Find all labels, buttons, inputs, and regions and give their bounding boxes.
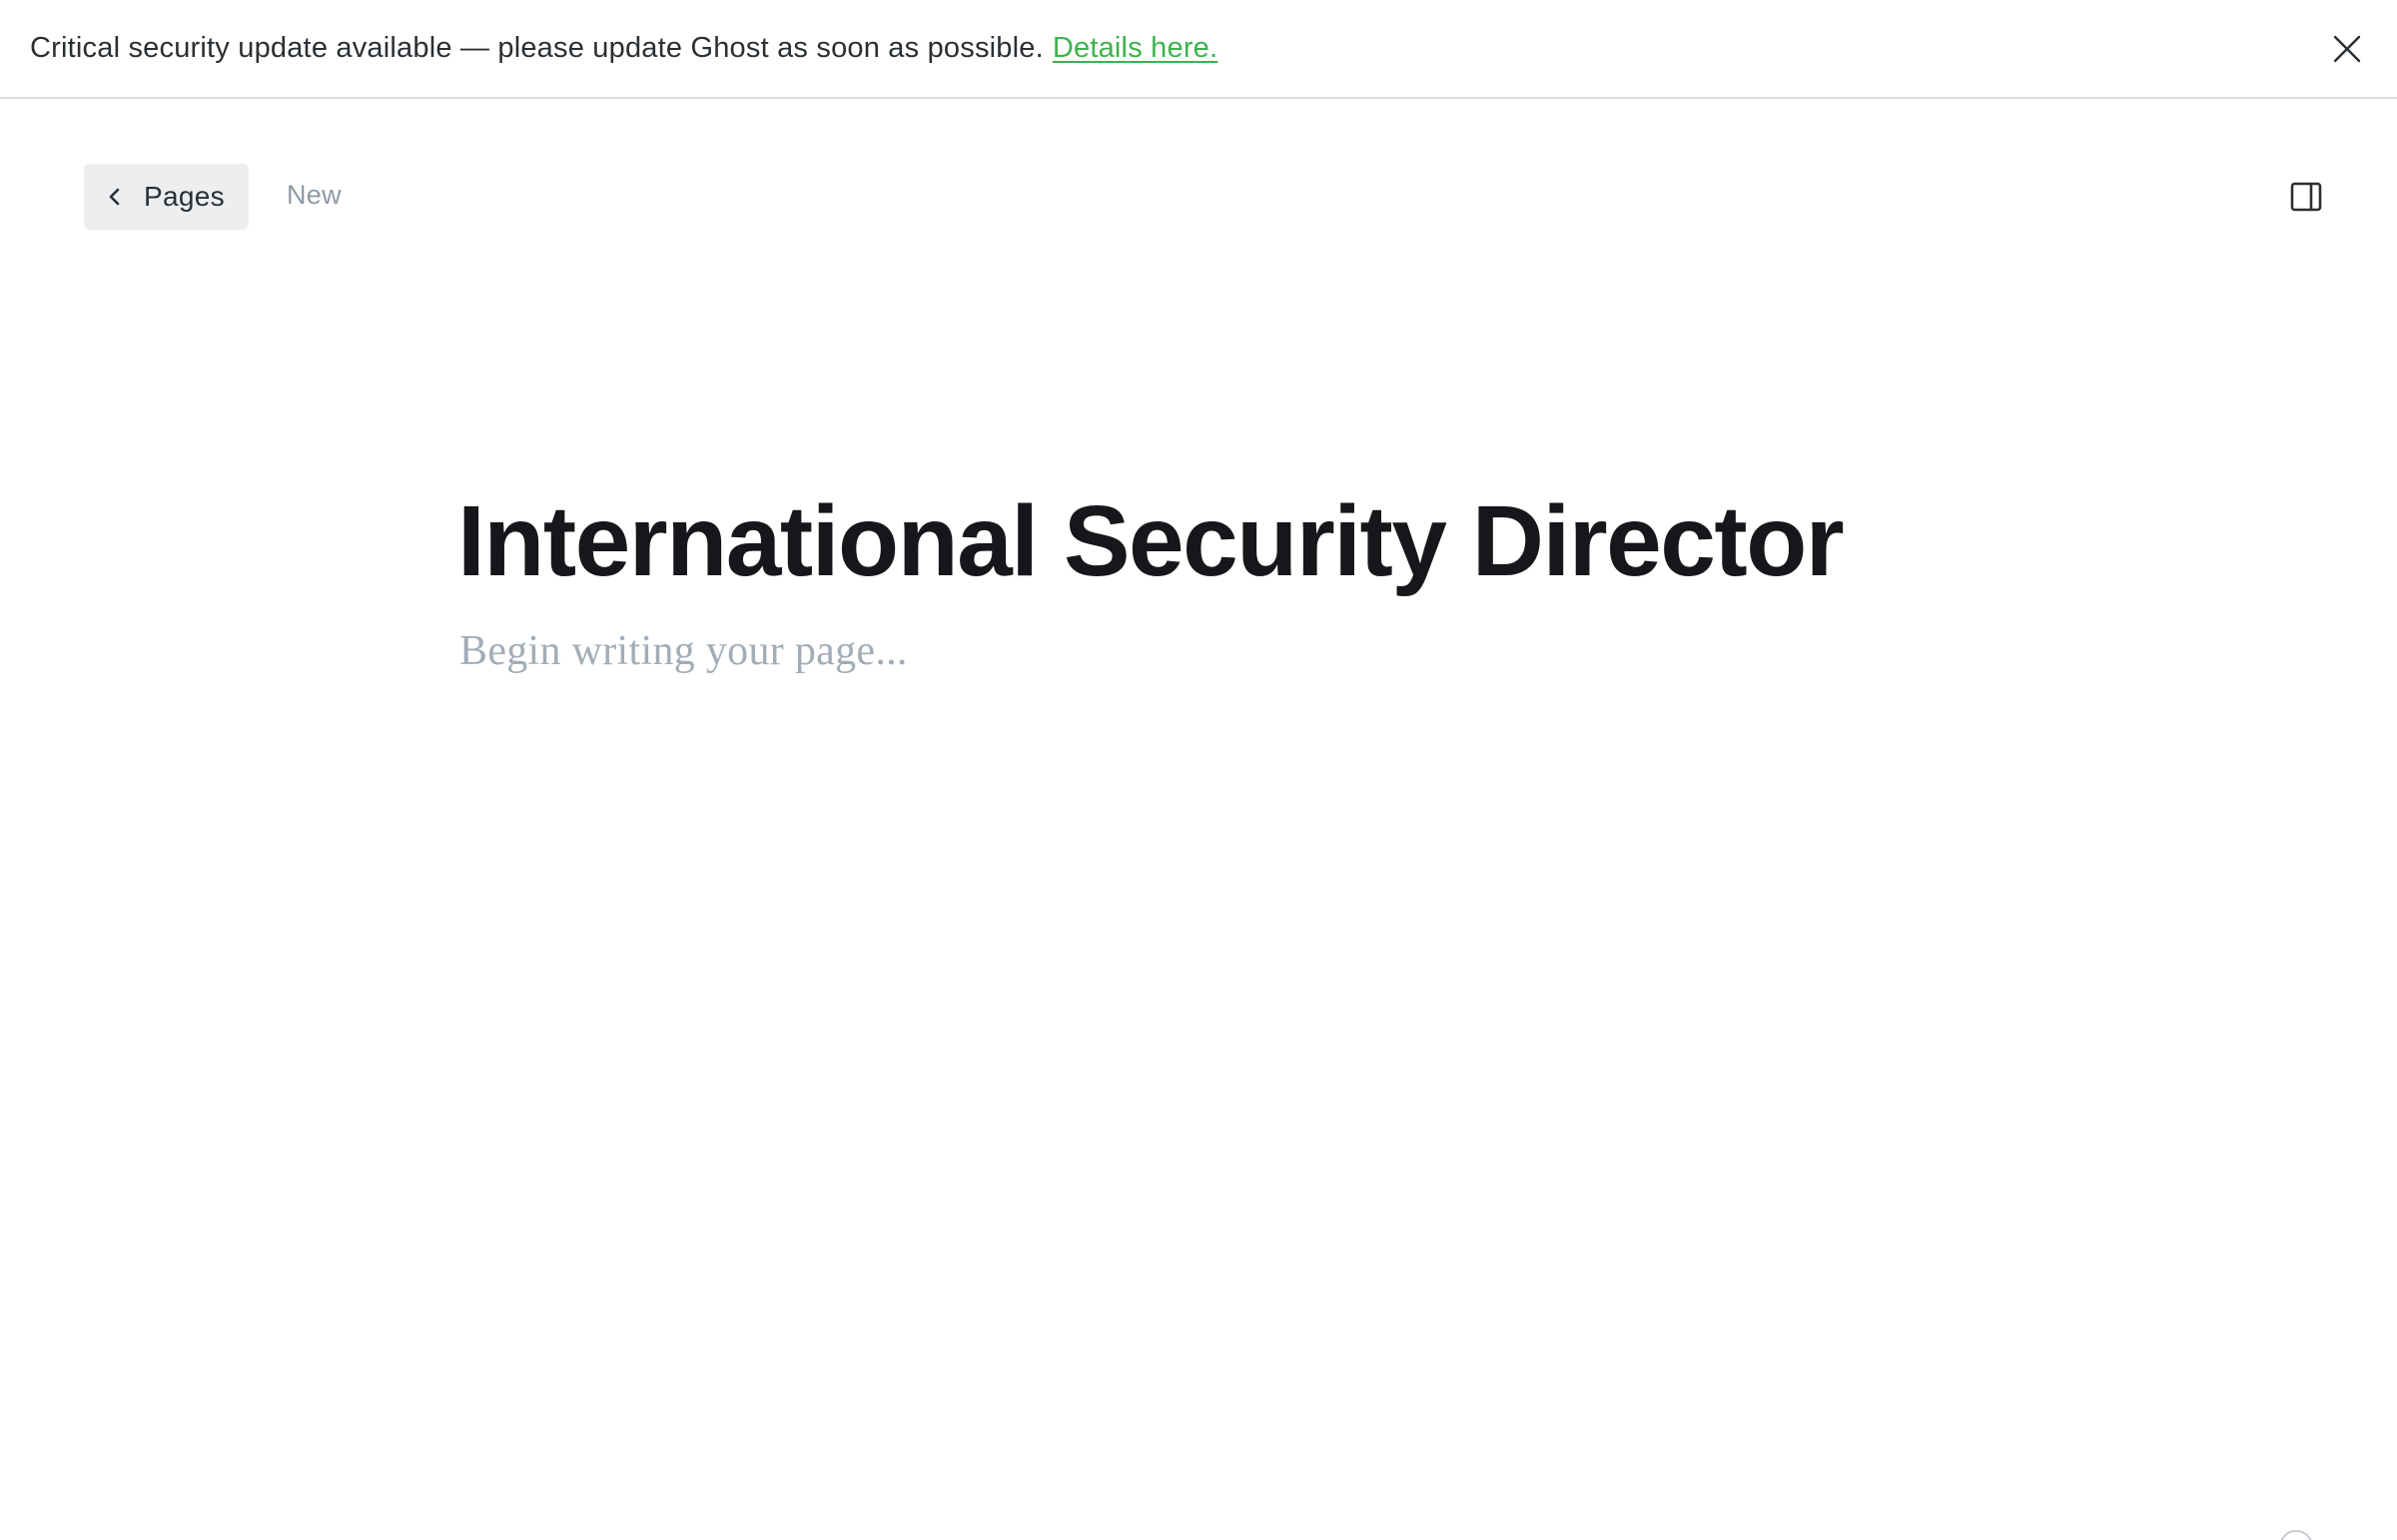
editor-page: Critical security update available — ple… (0, 0, 2397, 1540)
help-icon[interactable] (2279, 1530, 2313, 1540)
alert-details-link[interactable]: Details here. (1053, 32, 1217, 65)
sidebar-toggle-icon[interactable] (2289, 180, 2323, 214)
page-body-editor[interactable]: Begin writing your page... (459, 627, 908, 675)
back-button-label: Pages (144, 181, 225, 212)
page-status: New (287, 180, 342, 210)
close-icon[interactable] (2329, 31, 2365, 67)
alert-message: Critical security update available — ple… (30, 32, 1044, 64)
security-alert-banner: Critical security update available — ple… (0, 0, 2397, 99)
back-to-pages-button[interactable]: Pages (84, 164, 249, 230)
page-title-input[interactable]: International Security Director (457, 481, 1845, 601)
chevron-left-icon (106, 186, 124, 208)
close-icon-svg (2333, 35, 2361, 63)
